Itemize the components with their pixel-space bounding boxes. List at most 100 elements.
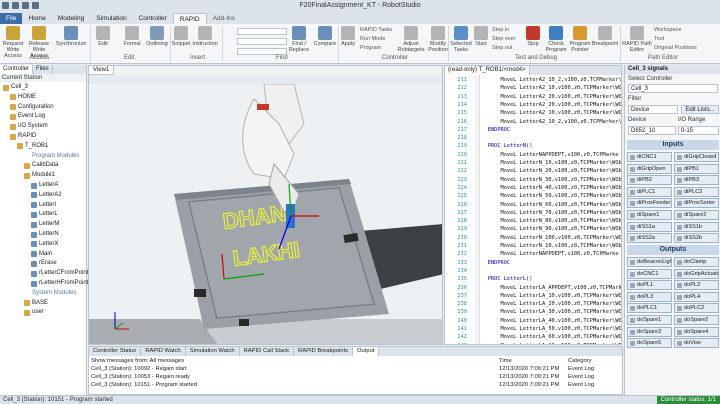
view-toolbar[interactable] xyxy=(89,75,442,84)
tree-node[interactable]: user xyxy=(24,308,44,317)
tab-controller-browser[interactable]: Controller xyxy=(0,65,34,74)
tree-node[interactable]: LetterN xyxy=(31,230,59,239)
io-range-select[interactable]: 0-15 xyxy=(678,126,719,135)
signal-button[interactable]: doSpare5 xyxy=(627,338,672,349)
filter-type-select[interactable]: Device xyxy=(628,105,678,114)
signal-button[interactable]: diSS2b xyxy=(674,233,719,244)
tree-node[interactable]: T_ROB1 xyxy=(17,142,48,151)
code-line[interactable]: 223 MoveL LetterN_30,v100,z0,TCPMarker\W… xyxy=(445,176,621,184)
tree-node[interactable]: rLetterCFromPoints xyxy=(31,269,91,278)
tab-add-ins[interactable]: Add-Ins xyxy=(207,13,241,24)
synchronize-button[interactable]: Synchronize xyxy=(55,26,87,47)
code-line[interactable]: 237 MoveL LetterLA_10,v100,z0,TCPMarker\… xyxy=(445,292,621,300)
code-line[interactable]: 234 xyxy=(445,267,621,275)
tree-node[interactable]: LetterX xyxy=(31,240,58,249)
signal-button[interactable]: diSS1a xyxy=(627,221,672,232)
signal-button[interactable]: diPB2 xyxy=(627,175,672,186)
tab-rapid-breakpoints[interactable]: RAPID Breakpoints xyxy=(294,347,353,356)
message-filter[interactable]: Show messages from: All messages xyxy=(91,358,184,366)
signal-button[interactable]: doPL4 xyxy=(674,291,719,302)
signal-button[interactable]: diPLC2 xyxy=(674,186,719,197)
outlining-button[interactable]: Outlining xyxy=(144,26,170,47)
tree-node[interactable]: Cell_3 xyxy=(3,83,28,92)
signals-tab[interactable]: Cell_3 signals xyxy=(625,65,720,74)
tree-node[interactable]: Main xyxy=(31,250,52,259)
step-over-item[interactable]: Step over xyxy=(492,36,516,42)
tree-node[interactable]: RAPID xyxy=(10,132,36,141)
code-line[interactable]: 220 MoveL LetterNAPPDEPT,v100,z0,TCPMark… xyxy=(445,151,621,159)
signal-button[interactable]: diPB1 xyxy=(674,163,719,174)
apply-button[interactable]: Apply xyxy=(339,26,357,47)
code-line[interactable]: 217 ENDPROC xyxy=(445,126,621,134)
controller-status-badge[interactable]: Controller status: 1/1 xyxy=(656,396,720,404)
modify-position-button[interactable]: Modify Position xyxy=(426,26,450,53)
instruction-button[interactable]: Instruction xyxy=(192,26,218,47)
snippet-button[interactable]: Snippet xyxy=(171,26,191,47)
3d-viewport[interactable]: View1 DHAN LAKHI xyxy=(88,65,443,345)
signal-button[interactable]: doPL2 xyxy=(674,280,719,291)
program-item[interactable]: Program xyxy=(360,45,381,51)
code-line[interactable]: 233 ENDPROC xyxy=(445,259,621,267)
replace-combo[interactable] xyxy=(237,38,287,45)
code-line[interactable]: 243 MoveL LetterLA_10,v100,z0,TCPMarker\… xyxy=(445,342,621,344)
signal-button[interactable]: diProxFeeder xyxy=(627,198,672,209)
formal-button[interactable]: Formal xyxy=(121,26,143,47)
tab-output[interactable]: Output xyxy=(353,347,380,356)
code-line[interactable]: 227 MoveL LetterN_70,v100,z0,TCPMarker\W… xyxy=(445,209,621,217)
tree-node[interactable]: CalibData xyxy=(24,161,58,170)
code-line[interactable]: 221 MoveL LetterN_10,v100,z0,TCPMarker\W… xyxy=(445,159,621,167)
code-line[interactable]: 242 MoveL LetterLA_60,v100,z0,TCPMarker\… xyxy=(445,333,621,341)
code-line[interactable]: 239 MoveL LetterLA_30,v100,z0,TCPMarker\… xyxy=(445,308,621,316)
code-line[interactable]: 231 MoveL LetterN_10,v100,z0,TCPMarker\W… xyxy=(445,242,621,250)
tree-node[interactable]: LetterM xyxy=(31,220,59,229)
adjust-robtargets-button[interactable]: Adjust Robtargets xyxy=(396,26,426,53)
step-in-item[interactable]: Step in xyxy=(492,27,509,33)
tree-node[interactable]: HOME xyxy=(10,93,36,102)
program-pointer-button[interactable]: Program Pointer xyxy=(568,26,592,53)
tree-node[interactable]: BASE xyxy=(24,299,48,308)
signal-button[interactable]: doSpare2 xyxy=(674,315,719,325)
stop-button[interactable]: Stop xyxy=(525,26,541,47)
tab-view1[interactable]: View1 xyxy=(89,66,115,75)
signal-button[interactable]: diPLC1 xyxy=(627,186,672,197)
tab-file[interactable]: File xyxy=(0,13,23,24)
signal-button[interactable]: doPLC2 xyxy=(674,303,719,314)
run-mode-item[interactable]: Run Mode xyxy=(360,36,385,42)
signal-button[interactable]: doBeaconLight xyxy=(627,257,672,267)
signal-button[interactable]: diSpare1 xyxy=(627,210,672,220)
tree-node[interactable]: LetterA xyxy=(31,181,58,190)
code-line[interactable]: 240 MoveL LetterLA_40,v100,z0,TCPMarker\… xyxy=(445,317,621,325)
code-line[interactable]: 228 MoveL LetterN_80,v100,z0,TCPMarker\W… xyxy=(445,217,621,225)
signal-button[interactable]: doClamp xyxy=(674,257,719,267)
signal-button[interactable]: diPB3 xyxy=(674,175,719,186)
code-line[interactable]: 230 MoveL LetterN_100,v100,z0,TCPMarker\… xyxy=(445,234,621,242)
code-line[interactable]: 232 MoveL LetterNAPPDEPT,v100,z0,TCPMark… xyxy=(445,250,621,258)
tab-simulation[interactable]: Simulation xyxy=(90,13,132,24)
signal-button[interactable]: diGripOpen xyxy=(627,163,672,174)
code-line[interactable]: 215 MoveL LetterA2_10,v100,z0,TCPMarker\… xyxy=(445,109,621,117)
robot-scene[interactable]: DHAN LAKHI xyxy=(89,84,443,345)
tree-node[interactable]: Module1 xyxy=(24,171,55,180)
selected-tasks-button[interactable]: Selected Tasks xyxy=(450,26,472,53)
tool-item[interactable]: Tool xyxy=(654,36,664,42)
tree-node[interactable]: LetterL xyxy=(31,210,58,219)
signal-button[interactable]: diCNC1 xyxy=(627,152,672,162)
tree-node[interactable]: I/O System xyxy=(10,122,48,131)
tab-modeling[interactable]: Modeling xyxy=(52,13,90,24)
signal-button[interactable]: doSpare1 xyxy=(627,315,672,325)
signal-button[interactable]: doPLC1 xyxy=(627,303,672,314)
signal-button[interactable]: doVise xyxy=(674,338,719,349)
code-line[interactable]: 236 MoveL LetterLA_APPDEPT,v100,z0,TCPMa… xyxy=(445,284,621,292)
signal-button[interactable]: diGripClosed xyxy=(674,152,719,162)
tree-node[interactable]: LetterA2 xyxy=(31,191,62,200)
tab-rapid-call-stack[interactable]: RAPID Call Stack xyxy=(240,347,295,356)
signal-button[interactable]: doSpare4 xyxy=(674,326,719,337)
signal-button[interactable]: doPL3 xyxy=(627,291,672,302)
signal-button[interactable]: doGripActuate xyxy=(674,268,719,279)
find-replace-button[interactable]: Find / Replace xyxy=(288,26,310,53)
tab-rapid[interactable]: RAPID xyxy=(172,13,207,24)
signal-button[interactable]: doCNC1 xyxy=(627,268,672,279)
rapid-path-editor-button[interactable]: RAPID Path Editor xyxy=(622,26,652,53)
signal-button[interactable]: diProxSorter xyxy=(674,198,719,209)
rapid-tasks-item[interactable]: RAPID Tasks xyxy=(360,27,392,33)
